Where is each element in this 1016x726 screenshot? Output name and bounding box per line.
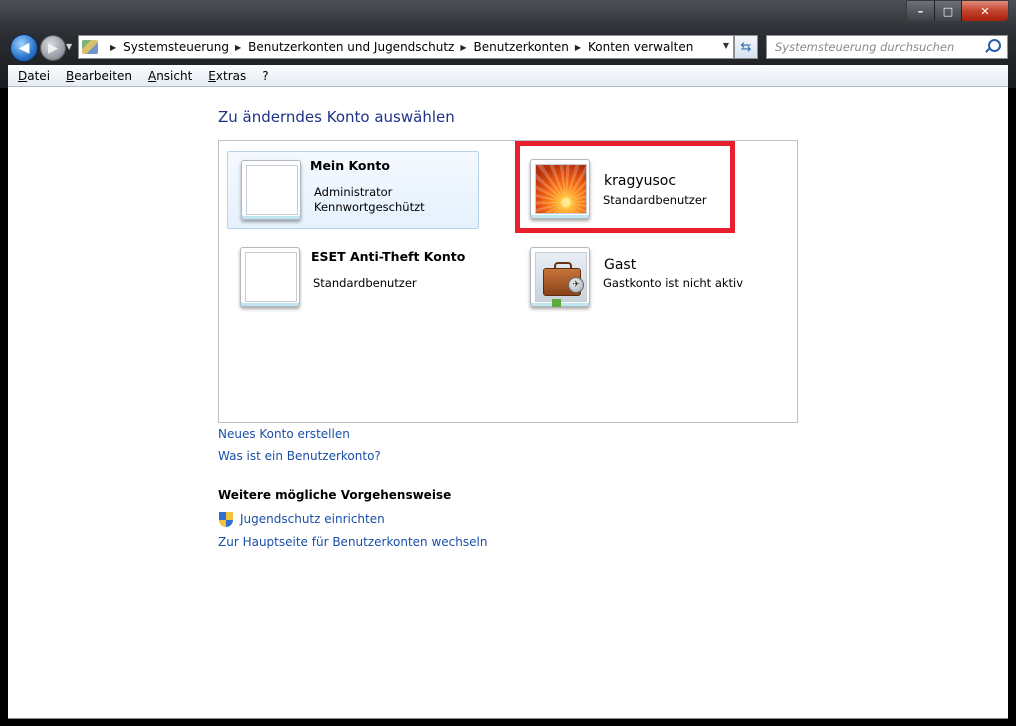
main-page-link[interactable]: Zur Hauptseite für Benutzerkonten wechse… xyxy=(218,535,487,549)
breadcrumb-item-systemsteuerung[interactable]: Systemsteuerung xyxy=(123,40,229,54)
recent-pages-dropdown-icon[interactable]: ▼ xyxy=(66,42,72,51)
breadcrumb-separator-icon[interactable]: ▶ xyxy=(235,43,241,52)
address-bar[interactable]: ▶ Systemsteuerung ▶ Benutzerkonten und J… xyxy=(78,35,734,59)
account-name: Mein Konto xyxy=(310,158,390,173)
accounts-panel: Mein Konto Administrator Kennwortgeschüt… xyxy=(218,140,798,423)
account-picture xyxy=(240,247,300,307)
account-tile-eset-anti-theft[interactable]: ESET Anti-Theft Konto Standardbenutzer xyxy=(227,243,477,319)
refresh-button[interactable]: ⇆ xyxy=(734,35,758,59)
menu-ansicht[interactable]: Ansicht xyxy=(148,69,192,83)
window-controls: – □ ✕ xyxy=(907,1,1008,21)
main-content: Zu änderndes Konto auswählen Mein Konto … xyxy=(8,87,1008,719)
close-button[interactable]: ✕ xyxy=(962,1,1008,21)
minimize-button[interactable]: – xyxy=(907,1,935,21)
page-title: Zu änderndes Konto auswählen xyxy=(218,108,455,126)
account-picture: ✈ xyxy=(530,247,590,307)
account-name: Gast xyxy=(604,257,637,273)
account-picture xyxy=(241,160,301,220)
control-panel-window: – □ ✕ ◀ ▶ ▼ ▶ Systemsteuerung ▶ Benutzer… xyxy=(0,0,1016,726)
forward-button[interactable]: ▶ xyxy=(40,35,66,61)
account-type: Administrator xyxy=(314,185,393,199)
menu-help[interactable]: ? xyxy=(262,69,268,83)
control-panel-icon xyxy=(82,40,98,54)
search-input[interactable] xyxy=(773,39,987,55)
suitcase-icon: ✈ xyxy=(543,268,584,307)
new-account-link[interactable]: Neues Konto erstellen xyxy=(218,427,350,441)
parental-controls-link[interactable]: Jugendschutz einrichten xyxy=(240,512,385,526)
back-button[interactable]: ◀ xyxy=(10,34,38,62)
sticker-icon xyxy=(552,299,561,307)
breadcrumb-item-benutzerkonten-jugendschutz[interactable]: Benutzerkonten und Jugendschutz xyxy=(248,40,454,54)
address-dropdown-icon[interactable]: ▼ xyxy=(723,41,729,50)
account-tile-gast[interactable]: ✈ Gast Gastkonto ist nicht aktiv xyxy=(517,243,767,319)
menu-datei[interactable]: Datei xyxy=(18,69,50,83)
highlight-box xyxy=(515,141,735,233)
uac-shield-icon xyxy=(219,512,233,528)
breadcrumb-item-benutzerkonten[interactable]: Benutzerkonten xyxy=(474,40,569,54)
breadcrumb-separator-icon[interactable]: ▶ xyxy=(460,43,466,52)
account-name: ESET Anti-Theft Konto xyxy=(311,249,466,264)
breadcrumb: ▶ Systemsteuerung ▶ Benutzerkonten und J… xyxy=(104,40,693,54)
search-icon[interactable] xyxy=(988,39,1001,52)
menu-extras[interactable]: Extras xyxy=(208,69,246,83)
account-password-status: Kennwortgeschützt xyxy=(314,200,425,214)
menu-bearbeiten[interactable]: Bearbeiten xyxy=(66,69,132,83)
suitcase-picture: ✈ xyxy=(535,252,587,307)
more-options-heading: Weitere mögliche Vorgehensweise xyxy=(218,488,452,502)
menu-bar: Datei Bearbeiten Ansicht Extras ? xyxy=(8,65,1008,87)
blank-picture xyxy=(246,165,298,215)
navigation-bar: ◀ ▶ ▼ ▶ Systemsteuerung ▶ Benutzerkonten… xyxy=(0,32,1016,62)
blank-picture xyxy=(245,252,297,302)
breadcrumb-separator-icon[interactable]: ▶ xyxy=(110,43,116,52)
breadcrumb-item-konten-verwalten[interactable]: Konten verwalten xyxy=(588,40,693,54)
what-is-account-link[interactable]: Was ist ein Benutzerkonto? xyxy=(218,449,381,463)
account-type: Standardbenutzer xyxy=(313,276,417,290)
breadcrumb-separator-icon[interactable]: ▶ xyxy=(575,43,581,52)
maximize-button[interactable]: □ xyxy=(935,1,962,21)
account-tile-mein-konto[interactable]: Mein Konto Administrator Kennwortgeschüt… xyxy=(227,151,479,229)
account-status: Gastkonto ist nicht aktiv xyxy=(603,276,744,290)
guest-badge-icon: ✈ xyxy=(568,277,584,293)
search-box[interactable] xyxy=(766,35,1008,59)
